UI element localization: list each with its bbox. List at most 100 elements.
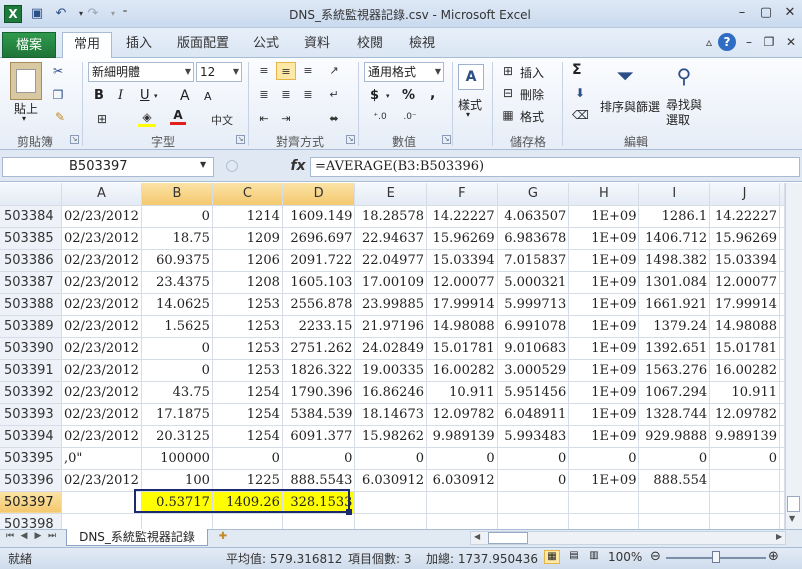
cell-j[interactable]: 14.22227: [709, 205, 780, 228]
cell-d[interactable]: 5384.539: [282, 403, 356, 426]
cell-c[interactable]: 0: [212, 447, 283, 470]
cell-d[interactable]: 2091.722: [282, 249, 356, 272]
cell-b[interactable]: 14.0625: [141, 293, 213, 316]
column-header-i[interactable]: I: [638, 183, 711, 206]
cell-g[interactable]: 4.063507: [497, 205, 570, 228]
row-header[interactable]: 503386: [0, 249, 63, 272]
cell-c[interactable]: 1214: [212, 205, 283, 228]
border-icon[interactable]: ⊞: [94, 112, 110, 126]
row-header[interactable]: 503384: [0, 205, 63, 228]
paste-icon[interactable]: [10, 62, 42, 100]
align-middle-icon[interactable]: ≡: [276, 62, 296, 80]
sheet-tab[interactable]: DNS_系統監視器記錄: [66, 529, 208, 546]
insert-sheet-icon[interactable]: ✚: [214, 531, 232, 545]
tab-data[interactable]: 資料: [296, 32, 338, 58]
cell-h[interactable]: 1E+09: [568, 381, 640, 404]
cell-a[interactable]: 02/23/2012: [61, 381, 142, 404]
cell-b[interactable]: 100000: [141, 447, 213, 470]
cell-a[interactable]: 02/23/2012: [61, 227, 142, 250]
help-icon[interactable]: ?: [718, 33, 736, 51]
cell-e[interactable]: 18.28578: [354, 205, 427, 228]
font-size-combo[interactable]: 12 ▼: [196, 62, 242, 82]
styles-icon[interactable]: A: [458, 64, 484, 90]
cell-a[interactable]: 02/23/2012: [61, 205, 142, 228]
cell-h[interactable]: 1E+09: [568, 205, 640, 228]
cell-e[interactable]: 16.86246: [354, 381, 427, 404]
column-header-c[interactable]: C: [212, 183, 283, 206]
cell-f[interactable]: 16.00282: [426, 359, 498, 382]
vertical-scroll-thumb[interactable]: [787, 496, 800, 512]
cell-b[interactable]: 100: [141, 469, 213, 492]
cell-f[interactable]: 10.911: [426, 381, 498, 404]
cell-a[interactable]: 02/23/2012: [61, 425, 142, 448]
cell-h[interactable]: 1E+09: [568, 425, 640, 448]
cell-j[interactable]: 12.00077: [709, 271, 780, 294]
delete-cells-button[interactable]: 刪除: [520, 86, 544, 103]
cell-f[interactable]: 12.09782: [426, 403, 498, 426]
delete-cells-icon[interactable]: ⊟: [500, 86, 516, 100]
doc-close-icon[interactable]: ✕: [782, 33, 800, 51]
cell-j[interactable]: 15.96269: [709, 227, 780, 250]
cell-e[interactable]: [354, 491, 427, 514]
cell-a[interactable]: 02/23/2012: [61, 249, 142, 272]
cell-f[interactable]: 17.99914: [426, 293, 498, 316]
cell-i[interactable]: 888.554: [638, 469, 711, 492]
cell-f[interactable]: 14.22227: [426, 205, 498, 228]
cell-j[interactable]: 12.09782: [709, 403, 780, 426]
column-header-b[interactable]: B: [141, 183, 213, 206]
cell-d[interactable]: 0: [282, 447, 356, 470]
percent-button[interactable]: %: [402, 88, 415, 103]
column-header-f[interactable]: F: [426, 183, 498, 206]
font-color-icon[interactable]: A: [170, 108, 186, 125]
cell-b[interactable]: 1.5625: [141, 315, 213, 338]
cell-b[interactable]: 0: [141, 205, 213, 228]
cell-h[interactable]: [568, 491, 640, 514]
cell-j[interactable]: [709, 513, 780, 529]
cell-c[interactable]: 1225: [212, 469, 283, 492]
row-header[interactable]: 503392: [0, 381, 63, 404]
cell-h[interactable]: 1E+09: [568, 403, 640, 426]
column-header-e[interactable]: E: [354, 183, 427, 206]
cell-c[interactable]: 1206: [212, 249, 283, 272]
cell-g[interactable]: 5.000321: [497, 271, 570, 294]
cell-i[interactable]: 1392.651: [638, 337, 711, 360]
row-header[interactable]: 503398: [0, 513, 63, 529]
tab-file[interactable]: 檔案: [2, 32, 56, 58]
cell-i[interactable]: 1661.921: [638, 293, 711, 316]
cell-i[interactable]: 1067.294: [638, 381, 711, 404]
cell-e[interactable]: 6.030912: [354, 469, 427, 492]
fill-icon[interactable]: ⬇: [572, 86, 588, 100]
cell-g[interactable]: 5.951456: [497, 381, 570, 404]
cell-a[interactable]: 02/23/2012: [61, 403, 142, 426]
cell-f[interactable]: [426, 491, 498, 514]
cell-f[interactable]: 12.00077: [426, 271, 498, 294]
fill-handle[interactable]: [346, 509, 352, 515]
cell-f[interactable]: 0: [426, 447, 498, 470]
find-select-button[interactable]: 尋找與選取: [666, 98, 706, 128]
redo-icon[interactable]: ↷: [84, 5, 102, 23]
align-right-icon[interactable]: ≣: [298, 86, 318, 104]
insert-cells-icon[interactable]: ⊞: [500, 64, 516, 78]
cell-i[interactable]: 1498.382: [638, 249, 711, 272]
shrink-font-button[interactable]: A: [204, 90, 212, 103]
row-header[interactable]: 503396: [0, 469, 63, 492]
increase-indent-icon[interactable]: ⇥: [276, 110, 296, 128]
cell-b[interactable]: 43.75: [141, 381, 213, 404]
cell-g[interactable]: 0: [497, 469, 570, 492]
align-top-icon[interactable]: ≡: [254, 62, 274, 80]
fill-color-icon[interactable]: ◈: [138, 110, 156, 127]
tab-review[interactable]: 校閱: [350, 32, 390, 58]
cell-g[interactable]: 0: [497, 447, 570, 470]
row-header[interactable]: 503385: [0, 227, 63, 250]
merge-center-icon[interactable]: ⬌: [324, 110, 344, 128]
cell-d[interactable]: 1790.396: [282, 381, 356, 404]
find-select-icon[interactable]: ⚲: [670, 64, 698, 88]
cell-e[interactable]: 24.02849: [354, 337, 427, 360]
prev-sheet-icon[interactable]: ◀: [18, 531, 30, 541]
cell-c[interactable]: 1254: [212, 425, 283, 448]
grow-font-button[interactable]: A: [180, 88, 190, 104]
name-box-dropdown-icon[interactable]: ▼: [200, 160, 206, 169]
row-header[interactable]: 503395: [0, 447, 63, 470]
comma-button[interactable]: ,: [430, 86, 435, 102]
cell-f[interactable]: 14.98088: [426, 315, 498, 338]
